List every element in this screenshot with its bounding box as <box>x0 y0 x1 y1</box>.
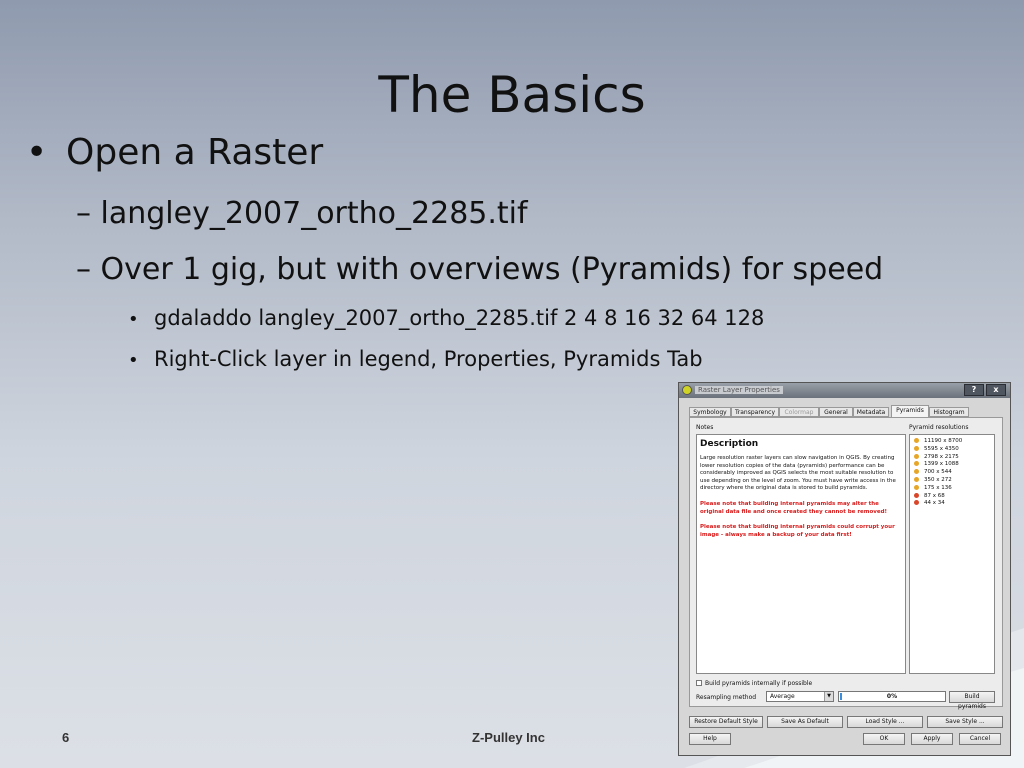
list-item[interactable]: 87 x 68 <box>914 492 945 500</box>
list-item[interactable]: 1399 x 1088 <box>914 461 959 468</box>
save-style-button[interactable]: Save Style ... <box>927 716 1003 728</box>
description-text: Large resolution raster layers can slow … <box>700 455 896 491</box>
pyramids-pane: Notes Pyramid resolutions Description La… <box>689 417 1003 710</box>
bullet-level-3: • gdaladdo langley_2007_ortho_2285.tif 2 … <box>128 306 765 330</box>
restore-default-style-button[interactable]: Restore Default Style <box>689 716 763 728</box>
qgis-icon <box>682 385 692 395</box>
resolution-label: 5595 x 4350 <box>924 445 959 452</box>
description-title: Description <box>700 439 759 449</box>
bullet-level-2: – langley_2007_ortho_2285.tif <box>76 196 528 231</box>
notes-box: Description Large resolution raster laye… <box>696 434 906 674</box>
progress-text: 0% <box>886 693 898 700</box>
resolution-label: 44 x 34 <box>924 500 945 507</box>
pyramid-unbuilt-icon <box>914 500 919 506</box>
progress-fill <box>840 693 843 700</box>
resampling-value: Average <box>770 693 795 700</box>
list-item[interactable]: 175 x 136 <box>914 484 952 492</box>
chevron-down-icon: ▼ <box>824 692 833 701</box>
tab-metadata[interactable]: Metadata <box>853 407 889 417</box>
page-number: 6 <box>62 730 70 745</box>
pyramid-built-icon <box>914 461 919 467</box>
list-item[interactable]: 5595 x 4350 <box>914 445 959 453</box>
build-internal-checkbox[interactable] <box>696 680 702 686</box>
pyramid-unbuilt-icon <box>914 492 919 498</box>
list-item[interactable]: 2798 x 2175 <box>914 453 959 461</box>
resolution-label: 175 x 136 <box>924 484 952 491</box>
tab-general[interactable]: General <box>819 407 853 417</box>
resampling-select[interactable]: Average ▼ <box>766 691 834 702</box>
help-button[interactable]: Help <box>689 733 731 745</box>
pyramid-built-icon <box>914 477 919 482</box>
bullet-dot: • <box>26 132 48 173</box>
dialog-titlebar[interactable]: Raster Layer Properties ? x <box>679 383 1010 398</box>
build-progress-bar: 0% <box>838 691 946 702</box>
tab-colormap[interactable]: Colormap <box>779 407 819 417</box>
resolution-label: 87 x 68 <box>924 492 945 499</box>
dialog-title: Raster Layer Properties <box>695 386 783 394</box>
pyramid-built-icon <box>914 445 919 451</box>
pyramid-built-icon <box>914 469 919 475</box>
tab-pyramids[interactable]: Pyramids <box>891 405 929 417</box>
warning-corrupt-image: Please note that building internal pyram… <box>700 524 895 538</box>
pyramid-built-icon <box>914 484 919 490</box>
save-as-default-button[interactable]: Save As Default <box>767 716 843 728</box>
build-pyramids-button[interactable]: Build pyramids <box>949 691 995 710</box>
resolution-label: 2798 x 2175 <box>924 453 959 460</box>
pyramid-resolutions-label: Pyramid resolutions <box>909 424 969 431</box>
build-internal-label: Build pyramids internally if possible <box>705 680 813 687</box>
pyramid-built-icon <box>914 438 919 443</box>
bullet-level-3: • Right-Click layer in legend, Properties… <box>128 347 703 371</box>
tab-histogram[interactable]: Histogram <box>929 407 969 417</box>
resolution-label: 350 x 272 <box>924 477 952 483</box>
tab-symbology[interactable]: Symbology <box>689 407 731 417</box>
cancel-button[interactable]: Cancel <box>959 733 1001 745</box>
notes-label: Notes <box>696 424 714 431</box>
list-item[interactable]: 44 x 34 <box>914 500 945 507</box>
footer-text: Z-Pulley Inc <box>472 730 545 745</box>
warning-alter-data: Please note that building internal pyram… <box>700 501 888 515</box>
list-item[interactable]: 11190 x 8700 <box>914 438 962 445</box>
close-icon[interactable]: x <box>986 384 1006 396</box>
bullet-level-2: – Over 1 gig, but with overviews (Pyrami… <box>76 252 884 287</box>
bullet-level-1: • Open a Raster <box>26 132 324 173</box>
resolution-label: 11190 x 8700 <box>924 438 963 444</box>
list-item[interactable]: 700 x 544 <box>914 469 952 476</box>
list-item[interactable]: 350 x 272 <box>914 477 952 484</box>
resolution-label: 700 x 544 <box>924 469 952 476</box>
pyramid-built-icon <box>914 453 919 459</box>
help-title-button[interactable]: ? <box>964 384 984 396</box>
resampling-label: Resampling method <box>696 694 757 701</box>
ok-button[interactable]: OK <box>863 733 905 745</box>
slide-title: The Basics <box>378 66 646 124</box>
load-style-button[interactable]: Load Style ... <box>847 716 923 728</box>
raster-layer-properties-dialog: Raster Layer Properties ? x Symbology Tr… <box>678 382 1011 756</box>
pyramid-resolution-list[interactable]: 11190 x 8700 5595 x 4350 2798 x 2175 1399 x… <box>909 434 995 674</box>
tab-transparency[interactable]: Transparency <box>731 407 779 417</box>
apply-button[interactable]: Apply <box>911 733 953 745</box>
resolution-label: 1399 x 1088 <box>924 461 959 468</box>
